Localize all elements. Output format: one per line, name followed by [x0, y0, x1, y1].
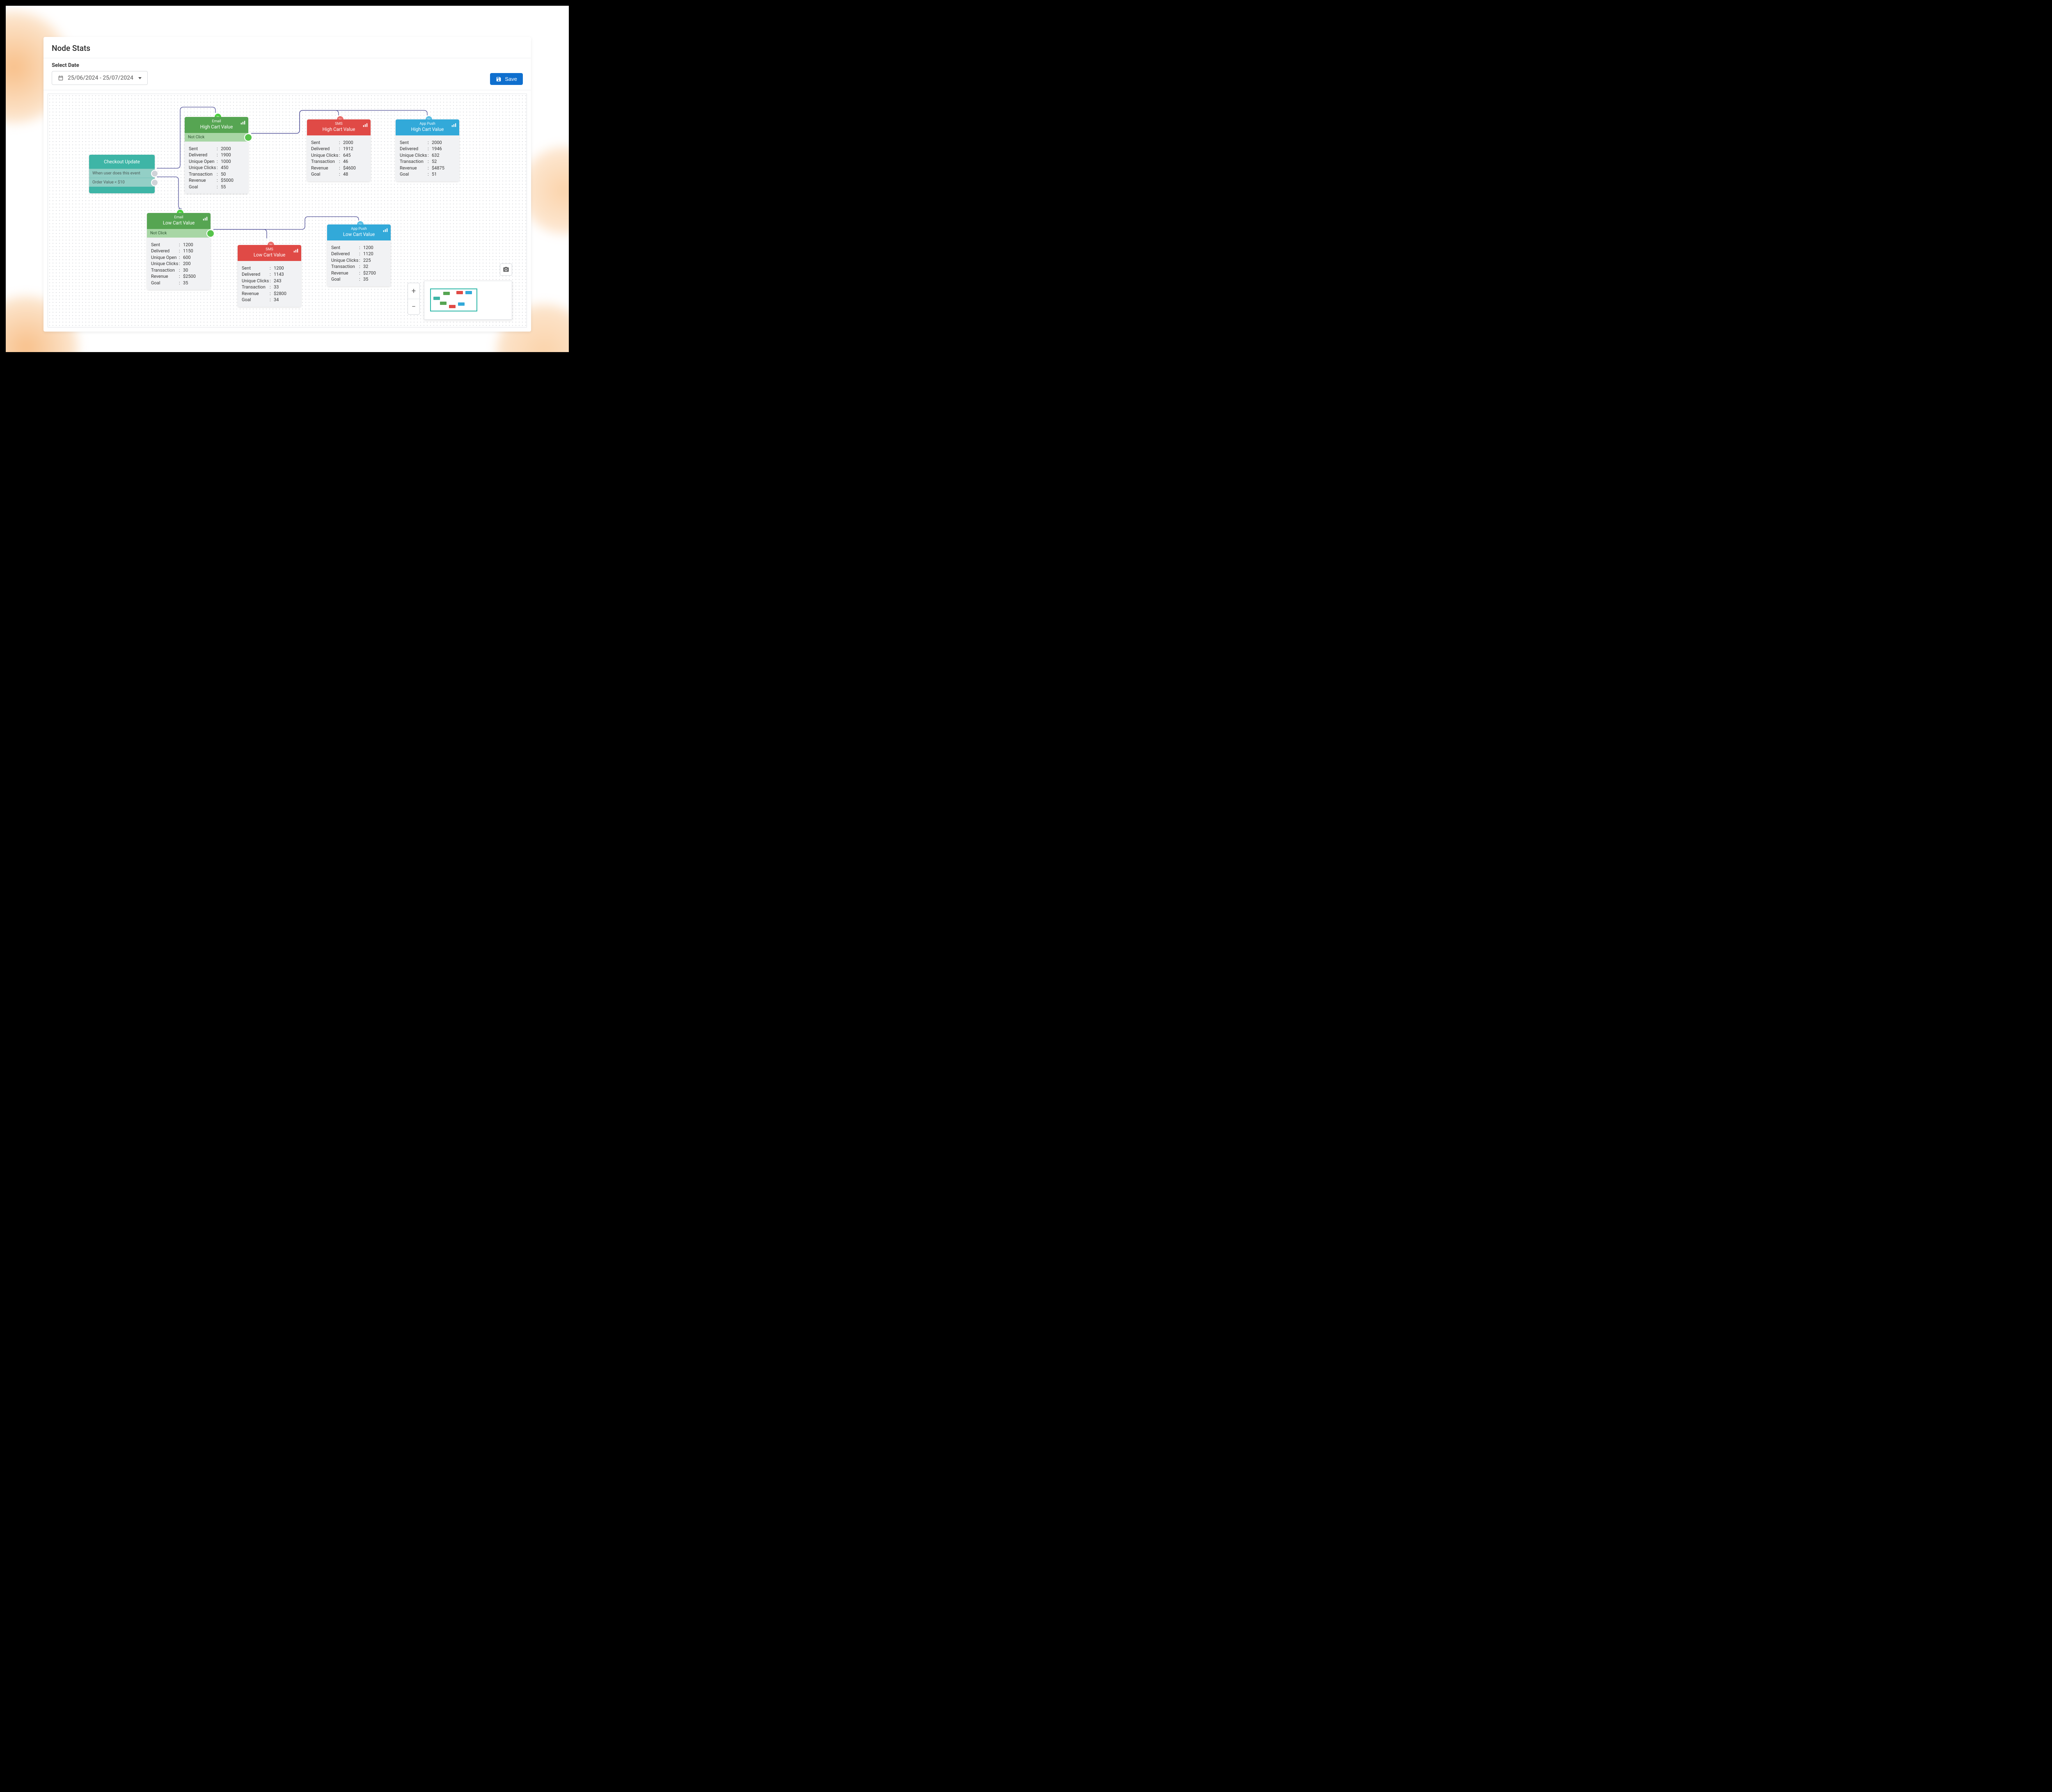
- flow-canvas[interactable]: Checkout Update When user does this even…: [48, 94, 527, 327]
- calendar-icon: [58, 75, 64, 81]
- email-high-node[interactable]: In Email High Cart Value Not Click Sent:…: [185, 117, 248, 194]
- email-low-node[interactable]: In Email Low Cart Value Not Click Sent:1…: [147, 213, 211, 290]
- chart-icon: [202, 215, 208, 221]
- screenshot-button[interactable]: [500, 263, 512, 276]
- start-node-title: Checkout Update: [89, 155, 155, 169]
- caret-down-icon: [138, 77, 142, 79]
- out-port[interactable]: [244, 133, 252, 142]
- node-stats-panel: Node Stats Select Date 25/06/2024 - 25/0…: [44, 37, 531, 332]
- push-high-node[interactable]: In App Push High Cart Value Sent:2000 De…: [396, 119, 459, 181]
- start-node[interactable]: Checkout Update When user does this even…: [89, 155, 155, 193]
- start-rule-2: Order Value < $10: [89, 178, 155, 187]
- select-date-label: Select Date: [52, 62, 148, 69]
- zoom-in-button[interactable]: +: [408, 283, 419, 299]
- out-port[interactable]: [206, 229, 215, 238]
- date-range-picker[interactable]: 25/06/2024 - 25/07/2024: [52, 71, 148, 85]
- zoom-out-button[interactable]: −: [408, 299, 419, 314]
- save-button[interactable]: Save: [490, 73, 523, 85]
- chart-icon: [362, 122, 368, 128]
- minimap[interactable]: [424, 281, 512, 320]
- not-click-branch: Not Click: [185, 133, 248, 142]
- not-click-branch: Not Click: [147, 229, 211, 238]
- start-rule-1: When user does this event: [89, 169, 155, 178]
- chart-icon: [240, 119, 246, 125]
- save-icon: [496, 76, 502, 82]
- sms-high-node[interactable]: In SMS High Cart Value Sent:2000 Deliver…: [307, 119, 371, 181]
- date-range-value: 25/06/2024 - 25/07/2024: [68, 75, 133, 81]
- start-rule-1-port[interactable]: [151, 170, 158, 177]
- chart-icon: [382, 227, 388, 233]
- sms-low-node[interactable]: In SMS Low Cart Value Sent:1200 Delivere…: [238, 245, 301, 307]
- camera-icon: [503, 266, 509, 273]
- chart-icon: [293, 247, 299, 253]
- chart-icon: [451, 122, 457, 128]
- zoom-controls: + −: [408, 283, 420, 315]
- page-title: Node Stats: [52, 43, 523, 53]
- push-low-node[interactable]: In App Push Low Cart Value Sent:1200 Del…: [327, 224, 391, 286]
- start-rule-2-port[interactable]: [151, 179, 158, 186]
